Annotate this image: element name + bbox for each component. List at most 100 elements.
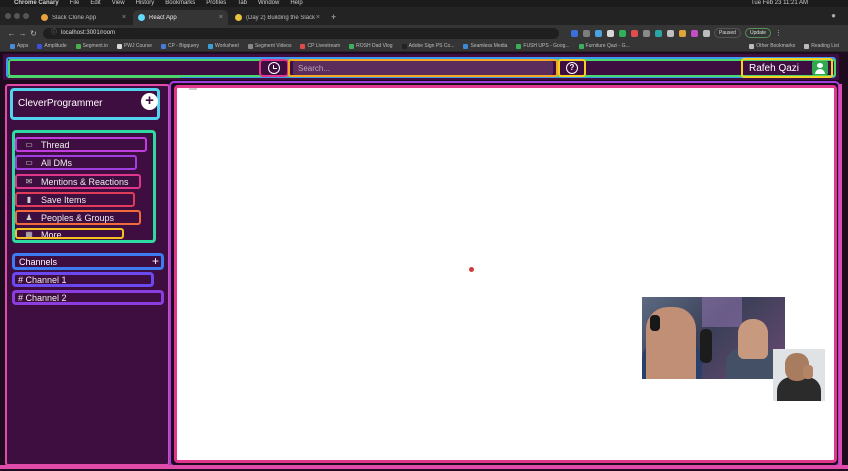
bookmark-favicon-icon <box>116 43 122 49</box>
bookmark-favicon-icon <box>75 43 81 49</box>
bookmark-item[interactable]: Segment.io <box>75 43 108 49</box>
user-profile[interactable]: Rafeh Qazi <box>741 58 833 78</box>
menu-app-name[interactable]: Chrome Canary <box>14 0 59 7</box>
channels-label: Channels <box>19 256 58 267</box>
apps-icon: ▦ <box>25 230 33 239</box>
sidebar-item-all-dms[interactable]: ▭ All DMs <box>15 155 137 170</box>
bookmark-item[interactable]: ROSH Dad Vlog <box>349 43 393 49</box>
tab-search-icon[interactable]: ● <box>831 11 836 20</box>
extension-icon[interactable] <box>643 29 650 37</box>
close-tab-icon[interactable]: × <box>122 14 126 21</box>
avatar[interactable] <box>812 61 828 75</box>
other-bookmarks[interactable]: Other Bookmarks <box>749 43 795 49</box>
zoom-window-icon[interactable] <box>23 13 29 19</box>
sidebar-item-more[interactable]: ▦ More <box>15 228 124 239</box>
menu-history[interactable]: History <box>136 0 155 7</box>
bookmark-label: Reading List <box>811 43 839 49</box>
bookmark-item[interactable]: FUSH UPS - Goog... <box>516 43 570 49</box>
extension-icon[interactable] <box>571 29 578 37</box>
browser-tab-youtube[interactable]: (Day 2) Building the Slack Clo × <box>230 10 325 25</box>
bookmark-label: Adobe Sign PS Co... <box>408 43 455 49</box>
menu-help[interactable]: Help <box>290 0 302 7</box>
menu-clock[interactable]: Tue Feb 23 11:21 AM <box>751 0 808 7</box>
close-tab-icon[interactable]: × <box>316 14 320 21</box>
microphone <box>700 329 712 363</box>
back-icon[interactable]: ← <box>6 29 17 38</box>
apps-icon <box>10 43 15 49</box>
extension-icon[interactable] <box>655 29 662 37</box>
reload-icon[interactable]: ↻ <box>28 29 39 38</box>
bookmark-favicon-icon <box>516 43 522 49</box>
bookmark-item[interactable]: Amplitude <box>37 43 67 49</box>
profile-paused-button[interactable]: Paused <box>714 28 741 38</box>
bookmark-label: Amplitude <box>44 43 67 49</box>
address-bar[interactable]: ⓘ localhost:3001/room <box>43 27 559 39</box>
menu-profiles[interactable]: Profiles <box>206 0 226 7</box>
forward-icon[interactable]: → <box>17 29 28 38</box>
browser-tab-slack-clone[interactable]: Slack Clone App × <box>36 10 131 25</box>
browser-toolbar: ← → ↻ ⓘ localhost:3001/room Paused Updat… <box>0 25 848 41</box>
channel-label: # Channel 2 <box>18 292 67 303</box>
bookmark-item[interactable]: CP Livestream <box>300 43 340 49</box>
extension-icon[interactable] <box>595 29 602 37</box>
new-message-button[interactable]: + <box>141 93 158 110</box>
channel-label: # Channel 1 <box>18 274 67 285</box>
extension-icon[interactable] <box>691 29 698 37</box>
help-button[interactable]: ? <box>558 59 586 77</box>
channels-header[interactable]: Channels + <box>12 253 164 270</box>
menu-view[interactable]: View <box>112 0 125 7</box>
sidebar-item-label: Peoples & Groups <box>41 212 115 223</box>
bookmark-item[interactable]: CP - Bigquery <box>161 43 199 49</box>
add-channel-icon[interactable]: + <box>152 255 159 267</box>
bookmark-item[interactable]: Segment Videos <box>247 43 291 49</box>
tab-label: Slack Clone App <box>52 14 97 21</box>
bookmark-item[interactable]: PWJ Course <box>116 43 152 49</box>
sidebar-item-saved[interactable]: ▮ Save Items <box>15 192 135 207</box>
new-tab-button[interactable]: + <box>331 10 336 25</box>
close-tab-icon[interactable]: × <box>219 14 223 21</box>
bookmark-item[interactable]: Furniture Qazi - G... <box>578 43 630 49</box>
inbox-icon: ▭ <box>25 158 33 167</box>
webcam-light <box>702 297 742 327</box>
tab-label: React App <box>149 14 177 21</box>
extension-icon[interactable] <box>667 29 674 37</box>
extension-icons <box>571 29 710 37</box>
extension-icon[interactable] <box>583 29 590 37</box>
extension-icon[interactable] <box>619 29 626 37</box>
bookmark-favicon-icon <box>578 43 584 49</box>
bookmark-item[interactable]: Seamless Media <box>463 43 507 49</box>
bookmark-item[interactable]: Adobe Sign PS Co... <box>401 43 455 49</box>
extensions-puzzle-icon[interactable] <box>703 29 710 37</box>
browser-tab-react-app[interactable]: React App × <box>133 10 228 25</box>
channel-item[interactable]: # Channel 1 <box>12 272 154 287</box>
close-window-icon[interactable] <box>5 13 11 19</box>
extension-icon[interactable] <box>631 29 638 37</box>
bookmark-item[interactable]: Apps <box>10 43 28 49</box>
extension-icon[interactable] <box>679 29 686 37</box>
menu-window[interactable]: Window <box>258 0 279 7</box>
bookmark-favicon-icon <box>463 43 469 49</box>
bookmark-favicon-icon <box>208 43 214 49</box>
update-button[interactable]: Update <box>744 28 772 38</box>
menu-tab[interactable]: Tab <box>237 0 247 7</box>
history-button[interactable] <box>259 59 289 77</box>
sidebar-item-people[interactable]: ♟ Peoples & Groups <box>15 210 141 225</box>
menu-edit[interactable]: Edit <box>90 0 100 7</box>
menu-file[interactable]: File <box>70 0 80 7</box>
browser-menu-icon[interactable]: ⋮ <box>775 29 782 37</box>
channel-item[interactable]: # Channel 2 <box>12 290 164 305</box>
minimize-window-icon[interactable] <box>14 13 20 19</box>
chat-area[interactable] <box>174 85 837 463</box>
bookmark-item[interactable]: Worksheet <box>208 43 239 49</box>
menu-bar-right: Tue Feb 23 11:21 AM <box>751 0 848 7</box>
menu-bookmarks[interactable]: Bookmarks <box>165 0 195 7</box>
extension-icon[interactable] <box>607 29 614 37</box>
reading-list[interactable]: Reading List <box>804 43 839 49</box>
bottom-outline <box>0 465 848 469</box>
info-icon[interactable]: ⓘ <box>51 28 57 39</box>
search-input[interactable] <box>293 61 553 75</box>
sidebar-item-thread[interactable]: ▭ Thread <box>15 137 147 152</box>
bookmarks-bar: Apps Amplitude Segment.io PWJ Course CP … <box>0 41 848 52</box>
workspace-header[interactable]: CleverProgrammer <box>10 88 160 120</box>
sidebar-item-mentions[interactable]: ✉ Mentions & Reactions <box>15 174 141 189</box>
